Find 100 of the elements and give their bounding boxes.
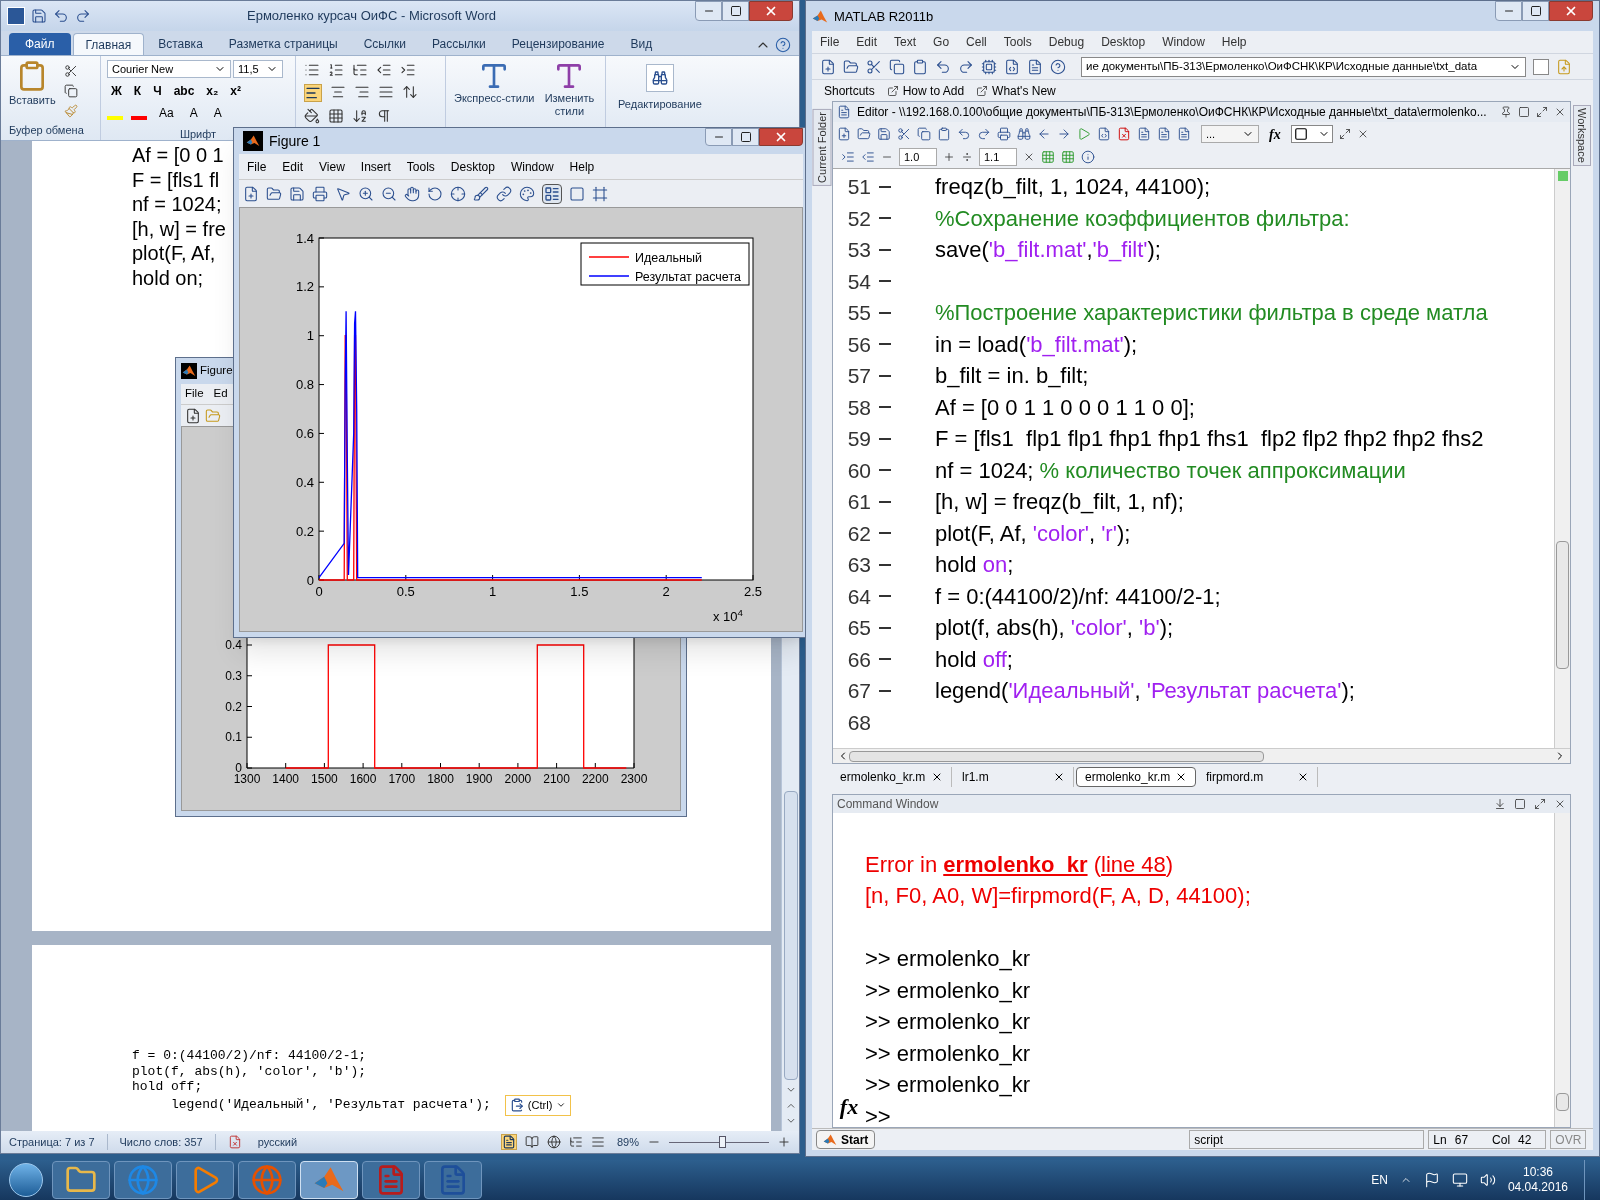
undock-icon[interactable] <box>1536 106 1548 118</box>
menu-item[interactable]: File <box>820 33 840 51</box>
function-button[interactable]: fx <box>1265 123 1285 145</box>
maximize-icon[interactable] <box>1514 798 1526 810</box>
open-folder-icon[interactable] <box>857 127 871 141</box>
clock[interactable]: 10:36 04.04.2016 <box>1507 1165 1568 1195</box>
ribbon-tab[interactable]: Рецензирование <box>499 33 617 55</box>
language-indicator[interactable]: EN <box>1371 1171 1388 1189</box>
square-icon[interactable] <box>569 185 585 202</box>
save-icon[interactable] <box>289 185 305 202</box>
close-button[interactable] <box>749 1 793 21</box>
align-left-button[interactable] <box>304 84 322 102</box>
bullet-list-icon[interactable] <box>304 62 320 78</box>
current-folder-tab[interactable]: Current Folder <box>812 109 832 186</box>
file-tab[interactable]: Файл <box>9 33 71 55</box>
command-prompt[interactable]: >> <box>865 1103 891 1129</box>
new-file-icon[interactable] <box>185 407 201 424</box>
font-size-button[interactable]: A <box>209 104 226 122</box>
menu-item[interactable]: Edit <box>282 157 304 176</box>
dock-icon[interactable] <box>1494 798 1506 810</box>
help-icon[interactable] <box>775 37 791 53</box>
workspace-tab[interactable]: Workspace <box>1572 105 1592 166</box>
close-icon[interactable] <box>931 771 943 783</box>
start-button[interactable]: Start <box>816 1130 876 1149</box>
menu-item[interactable]: Text <box>894 33 917 51</box>
reading-view-icon[interactable] <box>524 1135 539 1149</box>
current-folder-field[interactable]: ие документы\ПБ-313\Ермоленко\ОиФСНК\КР\Исходные данные\txt_data <box>1081 56 1526 77</box>
undo-icon[interactable] <box>53 8 69 24</box>
increment-icon[interactable] <box>943 151 955 163</box>
paste-button[interactable]: Вставить <box>9 60 56 109</box>
cut-icon[interactable] <box>866 58 882 75</box>
menu-item[interactable]: Tools <box>1003 33 1032 51</box>
browse-button[interactable] <box>1533 58 1549 75</box>
paste-icon[interactable] <box>912 58 928 75</box>
shortcut-item[interactable]: Shortcuts <box>824 81 875 100</box>
menu-item[interactable]: Help <box>569 157 595 176</box>
multilevel-list-icon[interactable] <box>352 62 368 78</box>
shortcut-item[interactable]: How to Add <box>902 81 965 100</box>
remove-cell-icon[interactable] <box>861 150 875 164</box>
back-icon[interactable] <box>1037 127 1051 141</box>
shortcut-item[interactable]: What's New <box>992 81 1056 100</box>
dock-icon[interactable] <box>1500 106 1512 118</box>
change-styles-button[interactable]: Изменить стили <box>542 60 597 118</box>
close-icon[interactable] <box>1053 771 1065 783</box>
redo-icon[interactable] <box>75 8 91 24</box>
pan-hand-icon[interactable] <box>404 185 420 202</box>
cell-eval-icon[interactable] <box>1061 150 1075 164</box>
font-size-button[interactable]: A <box>185 104 202 122</box>
font-name-field[interactable]: Courier New <box>107 60 231 78</box>
proofing-icon[interactable] <box>227 1135 242 1149</box>
editor-tab[interactable]: ermolenko_kr.m <box>1076 767 1196 787</box>
new-file-icon[interactable] <box>243 185 259 202</box>
new-file-icon[interactable] <box>837 127 851 141</box>
web-layout-icon[interactable] <box>546 1135 561 1149</box>
colorbar-icon[interactable] <box>519 185 535 202</box>
close-button[interactable] <box>759 128 803 146</box>
cut-icon[interactable] <box>63 64 78 78</box>
start-orb-button[interactable] <box>9 1163 43 1197</box>
menu-item[interactable]: Desktop <box>1101 33 1146 51</box>
copy-icon[interactable] <box>63 84 78 98</box>
horizontal-scrollbar[interactable] <box>833 748 1570 763</box>
divide-icon[interactable] <box>961 151 973 163</box>
pointer-icon[interactable] <box>335 185 351 202</box>
font-format-button[interactable]: abc <box>169 82 199 100</box>
scrollbar-thumb[interactable] <box>849 750 1264 762</box>
volume-icon[interactable] <box>1479 1172 1496 1188</box>
word-logo-icon[interactable] <box>7 7 25 25</box>
font-format-button[interactable]: Ч <box>149 82 166 100</box>
menu-item[interactable]: Debug <box>1048 33 1085 51</box>
indent-decrease-icon[interactable] <box>376 62 392 78</box>
insert-cell-icon[interactable] <box>841 150 855 164</box>
maximize-button[interactable] <box>1522 1 1549 21</box>
ribbon-tab[interactable]: Главная <box>72 33 145 55</box>
info-icon[interactable] <box>1081 150 1095 164</box>
maximize-button[interactable] <box>722 1 749 21</box>
forward-icon[interactable] <box>1057 127 1071 141</box>
zoom-in-icon[interactable] <box>777 1135 791 1149</box>
find-icon[interactable] <box>1017 127 1031 141</box>
font-size-button[interactable]: Aa <box>155 104 178 122</box>
close-button[interactable] <box>1549 1 1593 21</box>
redo-icon[interactable] <box>977 127 991 141</box>
indent-increase-icon[interactable] <box>400 62 416 78</box>
help-icon[interactable] <box>1050 58 1066 75</box>
maximize-icon[interactable] <box>1518 106 1530 118</box>
network-icon[interactable] <box>1451 1172 1468 1188</box>
cell-eval-icon[interactable] <box>1041 150 1055 164</box>
align-right-icon[interactable] <box>354 84 370 100</box>
shortcut-icon[interactable] <box>976 84 989 97</box>
undo-icon[interactable] <box>935 58 951 75</box>
font-format-button[interactable]: Ж <box>107 82 126 100</box>
editing-button[interactable]: Редактирование <box>618 64 702 113</box>
numbered-list-icon[interactable] <box>328 62 344 78</box>
font-size-field[interactable]: 11,5 <box>233 60 283 78</box>
menu-item[interactable]: Desktop <box>450 157 495 176</box>
menu-item[interactable]: Help <box>1221 33 1247 51</box>
clear-breakpoints-icon[interactable] <box>1117 127 1131 141</box>
scrollbar-thumb[interactable] <box>1556 541 1569 669</box>
zoom-slider-thumb[interactable] <box>719 1136 726 1148</box>
close-icon[interactable] <box>1175 771 1187 783</box>
zoom-in-icon[interactable] <box>358 185 374 202</box>
